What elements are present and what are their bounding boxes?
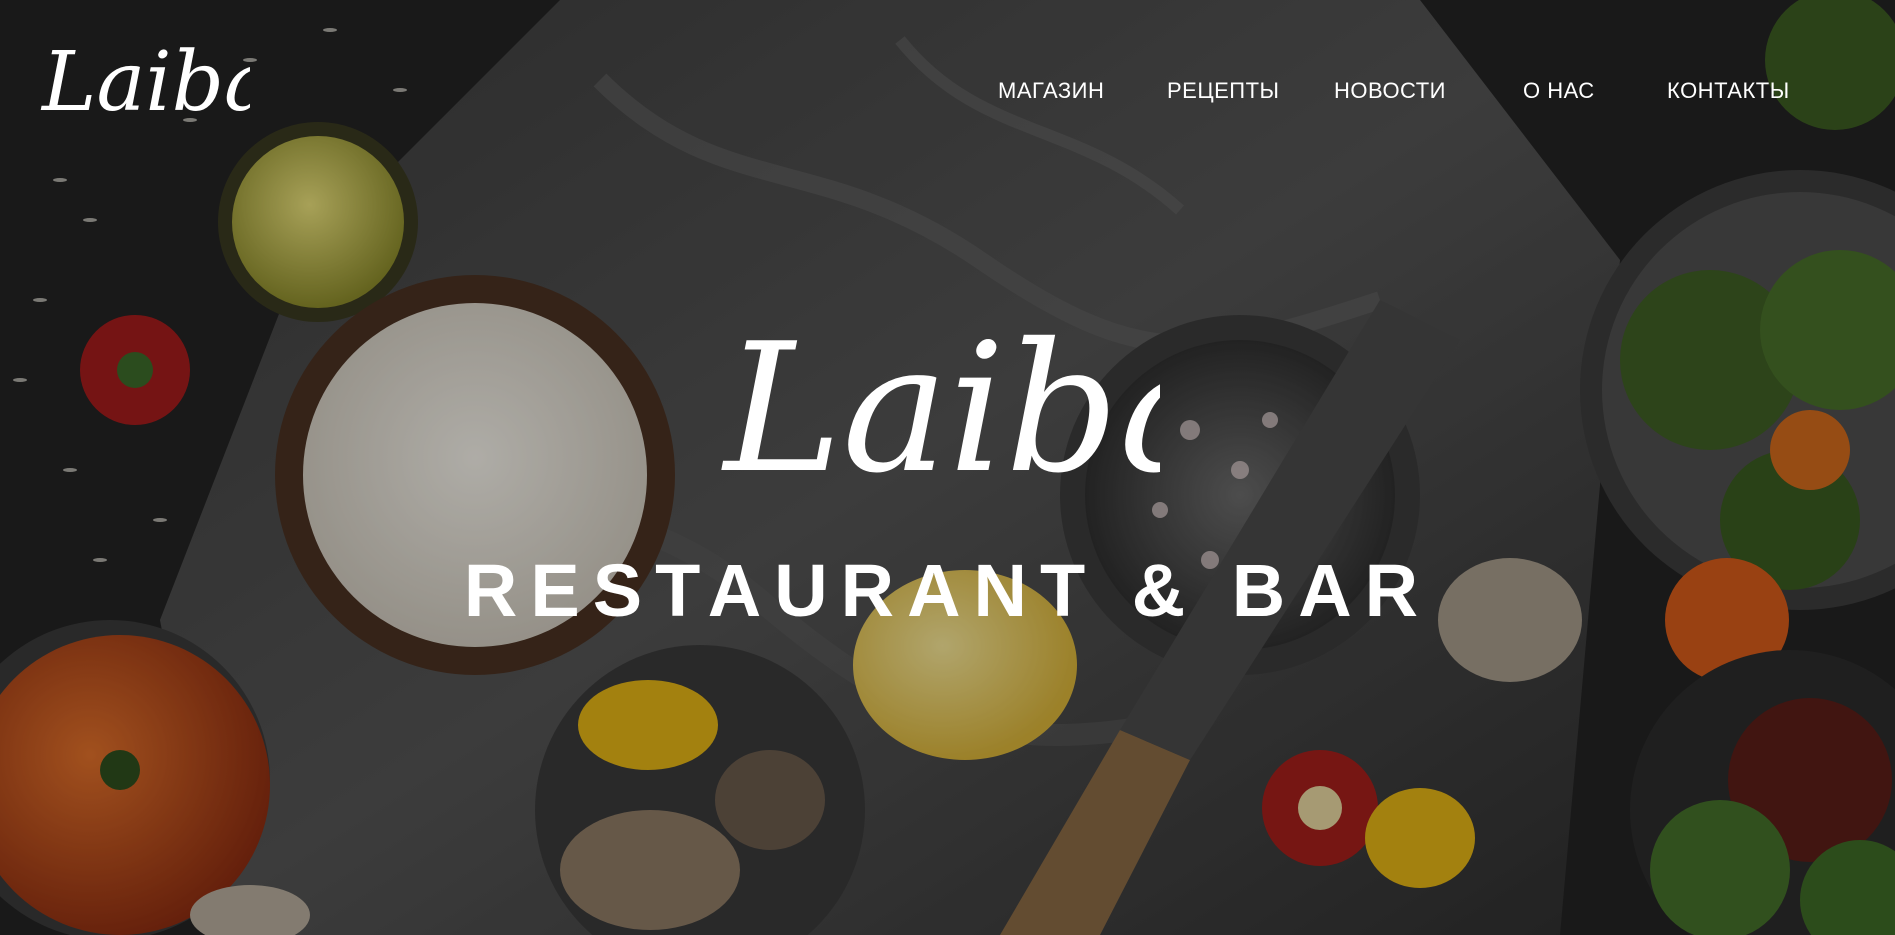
nav-item-news[interactable]: НОВОСТИ: [1334, 78, 1446, 104]
hero-logo: Laibas: [721, 305, 1160, 512]
main-navigation: МАГАЗИН РЕЦЕПТЫ НОВОСТИ О НАС КОНТАКТЫ: [0, 78, 1895, 112]
hero-section: Laibas МАГАЗИН РЕЦЕПТЫ НОВОСТИ О НАС КОН…: [0, 0, 1895, 935]
nav-item-shop[interactable]: МАГАЗИН: [998, 78, 1104, 104]
nav-item-recipes[interactable]: РЕЦЕПТЫ: [1167, 78, 1280, 104]
hero-tagline: RESTAURANT & BAR: [463, 549, 1432, 632]
nav-item-contacts[interactable]: КОНТАКТЫ: [1667, 78, 1790, 104]
hero-logo-text: Laibas: [721, 305, 1160, 512]
nav-item-about[interactable]: О НАС: [1523, 78, 1595, 104]
